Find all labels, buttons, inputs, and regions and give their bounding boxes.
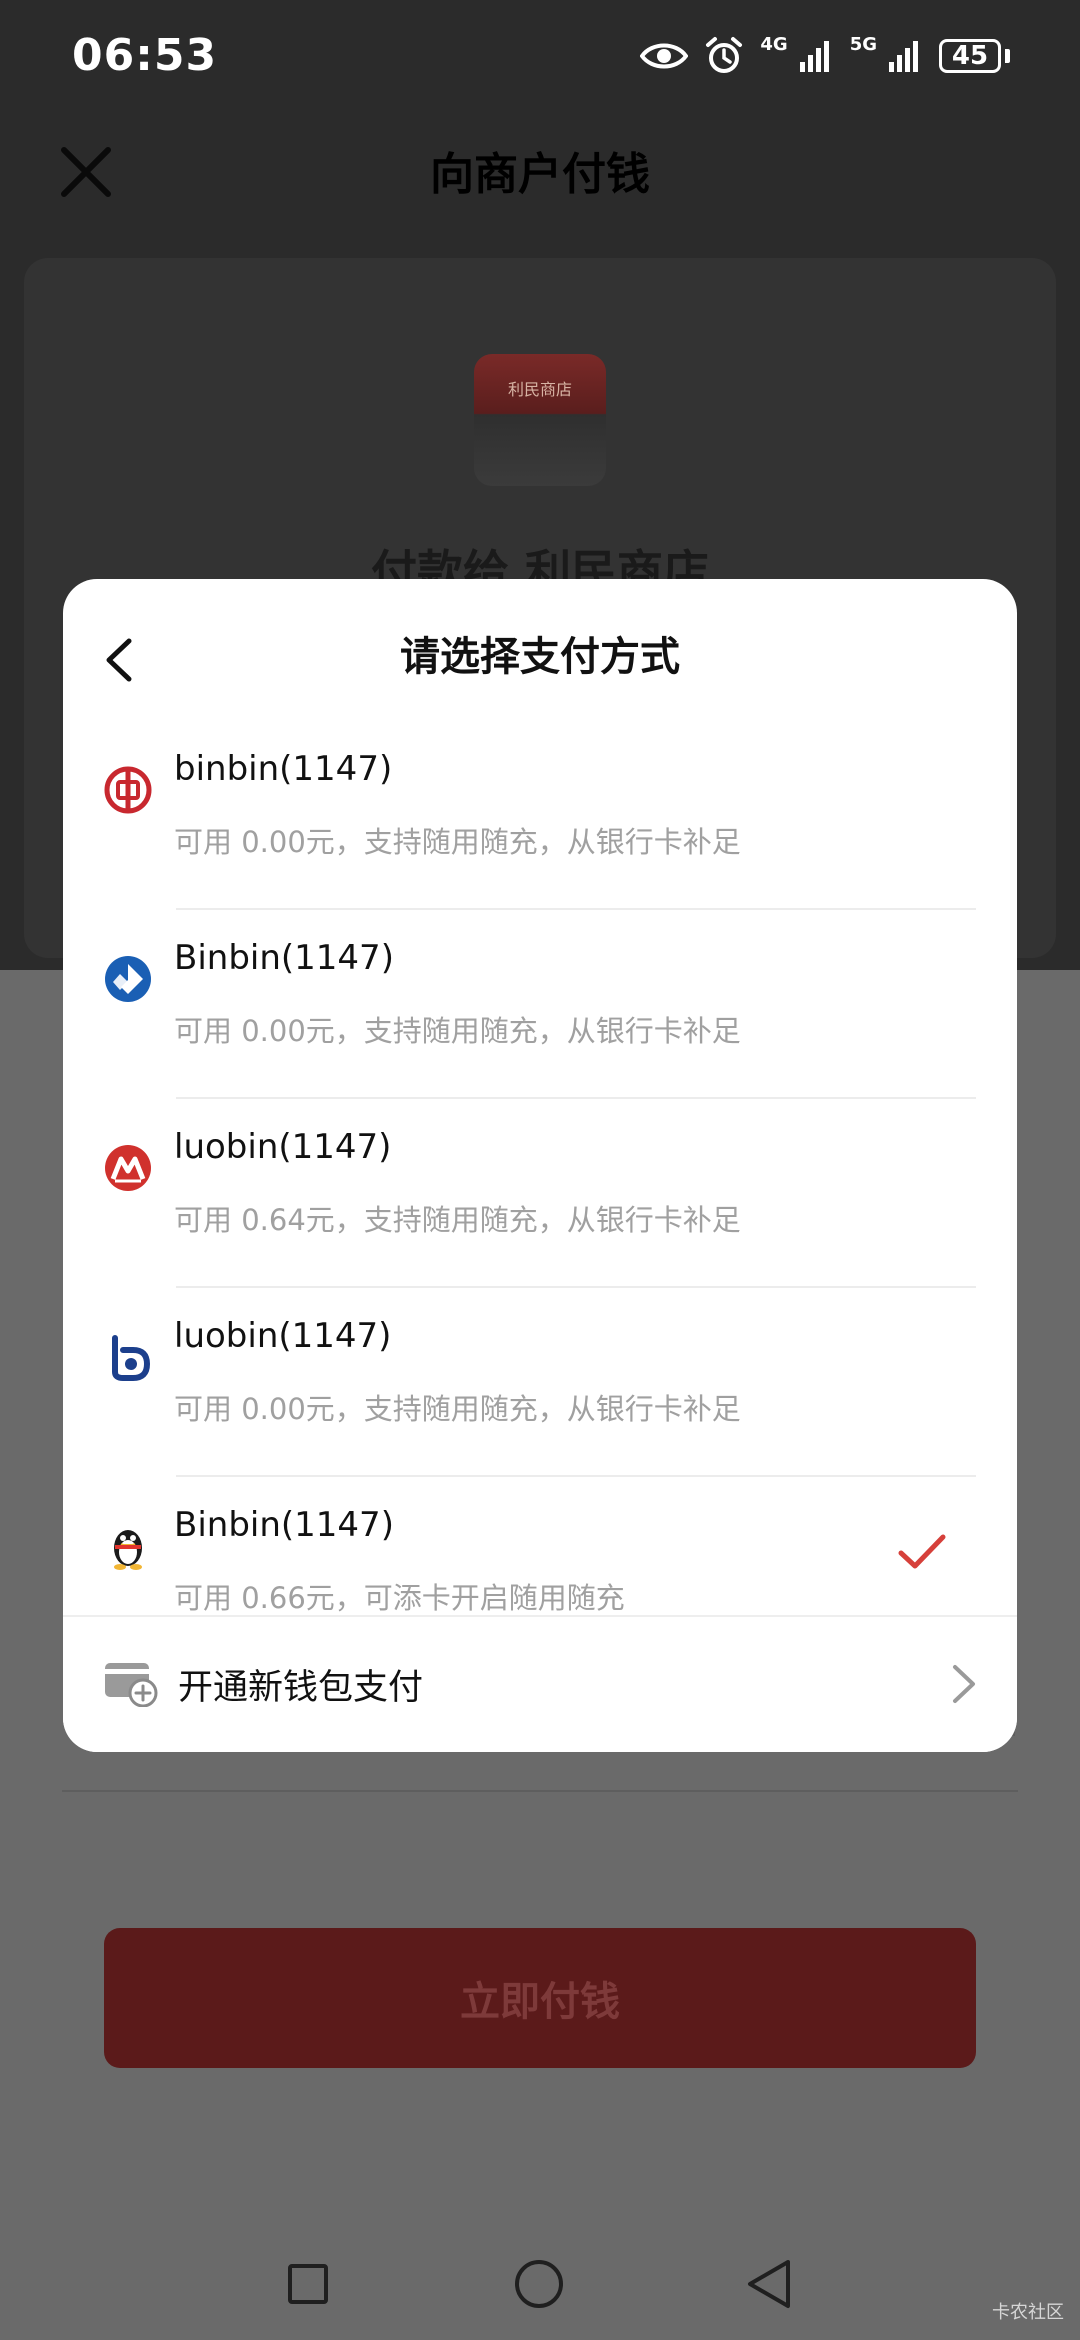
- ccb-icon: [105, 956, 151, 1002]
- method-name: luobin(1147): [174, 1127, 392, 1167]
- signal-icon: [799, 41, 829, 72]
- network-5g-label: 5G: [849, 34, 877, 55]
- header: 向商户付钱: [0, 120, 1080, 230]
- merchant-avatar: 利民商店: [474, 354, 606, 486]
- battery-level: 45: [951, 41, 989, 71]
- home-icon[interactable]: [515, 2260, 563, 2308]
- cmb-icon: [105, 1145, 151, 1191]
- payment-method-item[interactable]: luobin(1147) 可用 0.64元，支持随用随充，从银行卡补足: [63, 1099, 1017, 1288]
- payment-method-item[interactable]: binbin(1147) 可用 0.00元，支持随用随充，从银行卡补足: [63, 721, 1017, 910]
- status-icons: 4G 5G 45: [640, 36, 1010, 76]
- open-wallet-label: 开通新钱包支付: [178, 1668, 424, 1708]
- method-balance: 可用 0.00元，支持随用随充，从银行卡补足: [174, 1014, 741, 1048]
- method-name: luobin(1147): [174, 1316, 392, 1356]
- chevron-right-icon: [953, 1665, 975, 1703]
- payment-method-modal: 请选择支付方式 binbin(1147) 可用 0.00元，支持随用随充，从银行…: [63, 579, 1017, 1752]
- back-triangle-icon[interactable]: [744, 2258, 794, 2310]
- watermark: 卡农社区: [992, 2302, 1064, 2323]
- bank-of-china-icon: [104, 766, 152, 814]
- pay-now-button[interactable]: 立即付钱: [104, 1928, 976, 2068]
- payment-method-item[interactable]: Binbin(1147) 可用 0.00元，支持随用随充，从银行卡补足: [63, 910, 1017, 1099]
- method-balance: 可用 0.66元，可添卡开启随用随充: [174, 1581, 625, 1615]
- method-balance: 可用 0.00元，支持随用随充，从银行卡补足: [174, 1392, 741, 1426]
- qq-penguin-icon: [114, 1530, 142, 1570]
- bocom-icon: [112, 1335, 151, 1381]
- status-bar: 06:53 4G 5G 45: [0, 0, 1080, 120]
- method-balance: 可用 0.00元，支持随用随充，从银行卡补足: [174, 825, 741, 859]
- open-new-wallet-row[interactable]: 开通新钱包支付: [63, 1615, 1017, 1752]
- network-4g-label: 4G: [760, 34, 788, 55]
- screen: 06:53 4G 5G 45 向商户付钱 利民商店 付款给 利民商店 立即付钱 …: [0, 0, 1080, 2340]
- method-balance: 可用 0.64元，支持随用随充，从银行卡补足: [174, 1203, 741, 1237]
- battery-indicator: 45: [939, 39, 1001, 73]
- background-divider: [62, 1790, 1018, 1792]
- payment-method-item[interactable]: luobin(1147) 可用 0.00元，支持随用随充，从银行卡补足: [63, 1288, 1017, 1477]
- status-time: 06:53: [72, 30, 218, 81]
- method-name: Binbin(1147): [174, 1505, 394, 1545]
- wallet-add-icon: [105, 1663, 158, 1707]
- recents-icon[interactable]: [288, 2264, 328, 2304]
- modal-title: 请选择支付方式: [400, 634, 680, 680]
- page-title: 向商户付钱: [430, 149, 650, 200]
- method-name: Binbin(1147): [174, 938, 394, 978]
- method-name: binbin(1147): [174, 749, 393, 789]
- eye-icon: [640, 43, 689, 69]
- navigation-bar: [0, 2220, 1080, 2340]
- merchant-avatar-label: 利民商店: [507, 380, 572, 399]
- alarm-icon: [706, 37, 743, 73]
- check-icon: [898, 1534, 946, 1569]
- payment-method-list: binbin(1147) 可用 0.00元，支持随用随充，从银行卡补足 Binb…: [63, 721, 1017, 1615]
- battery-tip: [1005, 49, 1010, 63]
- signal-icon: [889, 41, 918, 72]
